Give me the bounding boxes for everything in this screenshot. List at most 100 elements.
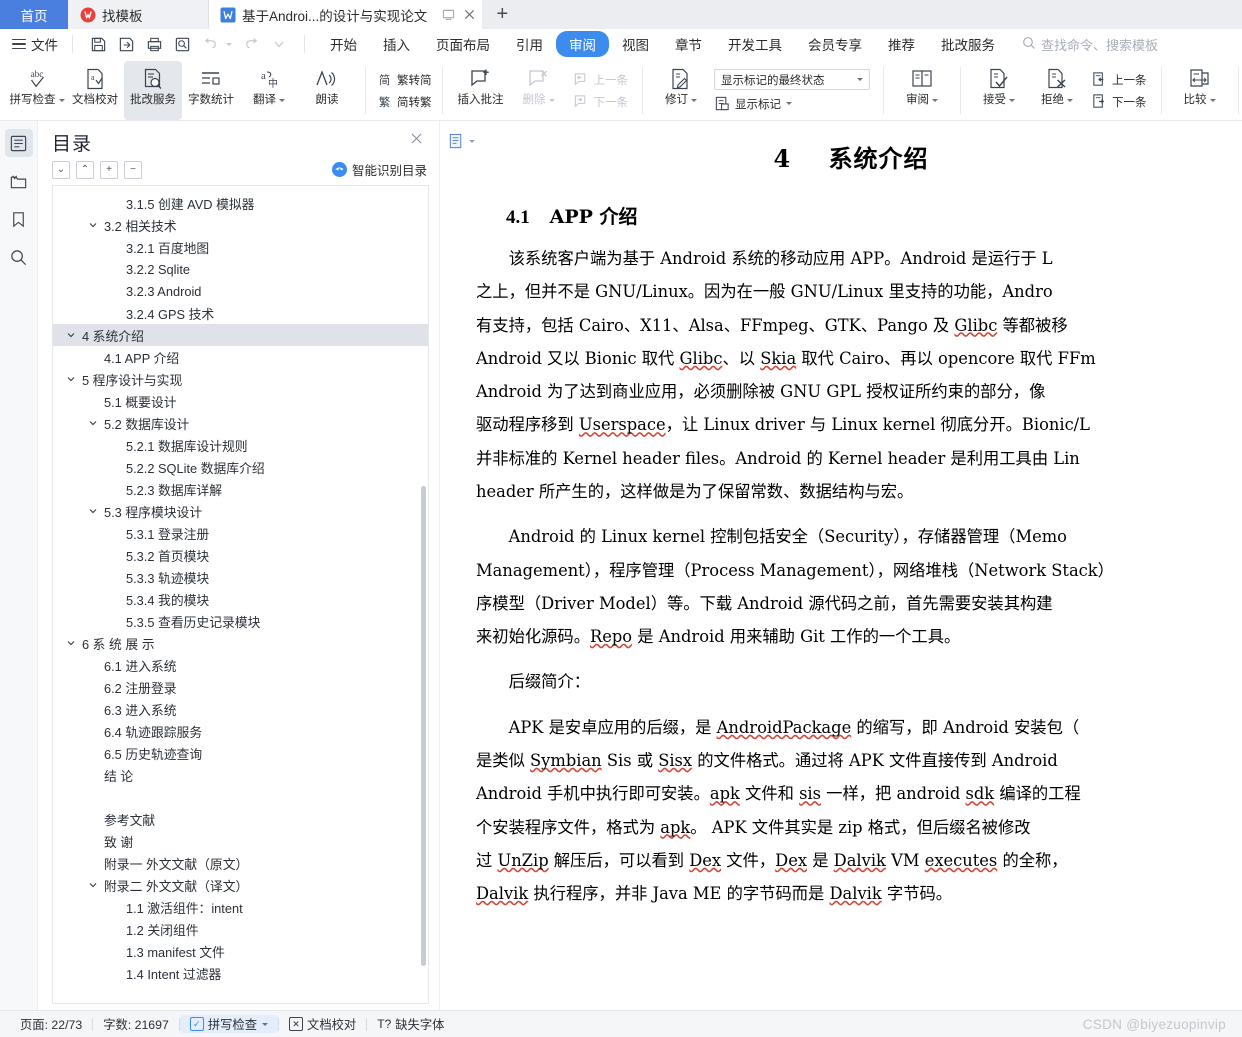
- ribbon-tab-member[interactable]: 会员专享: [795, 31, 875, 57]
- spellcheck-toggle[interactable]: ✓ 拼写检查: [180, 1015, 278, 1033]
- outline-item[interactable]: 4.1 APP 介绍: [53, 346, 428, 368]
- tab-home[interactable]: 首页: [0, 0, 68, 29]
- outline-item[interactable]: 6.4 轨迹跟踪服务: [53, 720, 428, 742]
- chevron-down-icon[interactable]: [63, 330, 79, 340]
- outline-item[interactable]: 6.2 注册登录: [53, 676, 428, 698]
- outline-item[interactable]: 5.2 数据库设计: [53, 412, 428, 434]
- outline-item[interactable]: 1.1 激活组件：intent: [53, 896, 428, 918]
- outline-item[interactable]: 6.3 进入系统: [53, 698, 428, 720]
- save-icon[interactable]: [85, 32, 111, 56]
- outline-item[interactable]: 3.2.3 Android: [53, 280, 428, 302]
- ribbon-tab-references[interactable]: 引用: [503, 31, 556, 57]
- collapse-all-button[interactable]: −: [124, 161, 142, 179]
- delete-comment-button[interactable]: 删除: [510, 61, 568, 120]
- print-icon[interactable]: [141, 32, 167, 56]
- page-indicator[interactable]: 页面: 22/73: [10, 1015, 92, 1033]
- ribbon-tab-developer[interactable]: 开发工具: [715, 31, 795, 57]
- file-menu-button[interactable]: 文件: [10, 34, 66, 54]
- outline-item[interactable]: 5.2.1 数据库设计规则: [53, 434, 428, 456]
- undo-icon[interactable]: [197, 32, 223, 56]
- ribbon-tab-correction-service[interactable]: 批改服务: [928, 31, 1008, 57]
- correction-service-button[interactable]: 批改服务: [124, 61, 182, 120]
- outline-item[interactable]: 附录二 外文文献（译文）: [53, 874, 428, 896]
- outline-item-list[interactable]: 3.1.5 创建 AVD 模拟器3.2 相关技术3.2.1 百度地图3.2.2 …: [52, 185, 429, 1004]
- outline-item[interactable]: 附录一 外文文献（原文）: [53, 852, 428, 874]
- reject-change-button[interactable]: 拒绝: [1028, 61, 1086, 120]
- outline-item[interactable]: [53, 786, 428, 808]
- simp-to-trad-button[interactable]: 繁 简转繁: [373, 92, 435, 111]
- next-change-button[interactable]: 下一条: [1088, 92, 1150, 111]
- close-icon[interactable]: [462, 8, 476, 22]
- next-comment-button[interactable]: 下一条: [570, 92, 632, 111]
- outline-item[interactable]: 6 系 统 展 示: [53, 632, 428, 654]
- insert-comment-button[interactable]: 插入批注: [452, 61, 510, 120]
- outline-item[interactable]: 5.3.5 查看历史记录模块: [53, 610, 428, 632]
- paste-options-icon[interactable]: [448, 133, 475, 150]
- review-pane-button[interactable]: 审阅: [893, 61, 951, 120]
- ribbon-tab-start[interactable]: 开始: [317, 31, 370, 57]
- expand-all-button[interactable]: +: [100, 161, 118, 179]
- print-preview-icon[interactable]: [169, 32, 195, 56]
- outline-item[interactable]: 5.3.2 首页模块: [53, 544, 428, 566]
- ribbon-tab-recommend[interactable]: 推荐: [875, 31, 928, 57]
- markup-display-select[interactable]: 显示标记的最终状态: [714, 69, 870, 90]
- chevron-down-icon[interactable]: [85, 418, 101, 428]
- outline-item[interactable]: 3.2.2 Sqlite: [53, 258, 428, 280]
- ribbon-tab-review[interactable]: 审阅: [556, 31, 609, 57]
- accept-change-button[interactable]: 接受: [970, 61, 1028, 120]
- tab-document[interactable]: 基于Androi...的设计与实现论文: [208, 0, 482, 29]
- missing-font-indicator[interactable]: T? 缺失字体: [367, 1015, 454, 1033]
- spell-check-button[interactable]: abc 拼写检查: [8, 61, 66, 120]
- search-panel-icon[interactable]: [5, 243, 33, 271]
- smart-recognize-toc-button[interactable]: 智能识别目录: [332, 160, 427, 179]
- trad-to-simp-button[interactable]: 简 繁转简: [373, 70, 435, 89]
- chevron-down-icon[interactable]: [63, 374, 79, 384]
- ribbon-tab-view[interactable]: 视图: [609, 31, 662, 57]
- outline-item[interactable]: 1.2 关闭组件: [53, 918, 428, 940]
- outline-item[interactable]: 3.1.5 创建 AVD 模拟器: [53, 192, 428, 214]
- outline-scrollbar-thumb[interactable]: [421, 486, 426, 966]
- outline-item[interactable]: 3.2 相关技术: [53, 214, 428, 236]
- outline-item[interactable]: 结 论: [53, 764, 428, 786]
- read-aloud-button[interactable]: 朗读: [298, 61, 356, 120]
- translate-button[interactable]: a中 翻译: [240, 61, 298, 120]
- outline-item[interactable]: 6.5 历史轨迹查询: [53, 742, 428, 764]
- collapse-up-button[interactable]: ⌃: [76, 161, 94, 179]
- tab-restore-icon[interactable]: [441, 8, 455, 22]
- outline-item[interactable]: 1.4 Intent 过滤器: [53, 962, 428, 984]
- word-count-indicator[interactable]: 字数: 21697: [93, 1015, 179, 1033]
- redo-icon[interactable]: [238, 32, 264, 56]
- customize-qat-icon[interactable]: [266, 32, 292, 56]
- outline-item[interactable]: 5.3.4 我的模块: [53, 588, 428, 610]
- ribbon-tab-sections[interactable]: 章节: [662, 31, 715, 57]
- word-count-button[interactable]: 字数统计: [182, 61, 240, 120]
- chevron-down-icon[interactable]: [85, 506, 101, 516]
- ribbon-tab-insert[interactable]: 插入: [370, 31, 423, 57]
- show-markup-button[interactable]: 显示标记: [714, 95, 870, 112]
- undo-dropdown-icon[interactable]: [226, 43, 232, 46]
- proofread-toggle[interactable]: ✕ 文档校对: [279, 1015, 366, 1033]
- track-changes-button[interactable]: 修订: [652, 61, 710, 120]
- outline-item[interactable]: 5.2.2 SQLite 数据库介绍: [53, 456, 428, 478]
- outline-item[interactable]: 致 谢: [53, 830, 428, 852]
- document-proofread-button[interactable]: a 文档校对: [66, 61, 124, 120]
- ribbon-tab-page-layout[interactable]: 页面布局: [423, 31, 503, 57]
- save-as-icon[interactable]: [113, 32, 139, 56]
- document-canvas[interactable]: 4 系统介绍 4.1 APP 介绍 该系统客户端为基于 Android 系统的移…: [440, 121, 1242, 1010]
- chevron-down-icon[interactable]: [85, 880, 101, 890]
- outline-item[interactable]: 参考文献: [53, 808, 428, 830]
- outline-item[interactable]: 5 程序设计与实现: [53, 368, 428, 390]
- bookmark-panel-icon[interactable]: [5, 205, 33, 233]
- outline-item[interactable]: 4 系统介绍: [53, 324, 428, 346]
- chevron-down-icon[interactable]: [85, 220, 101, 230]
- outline-item[interactable]: 3.2.1 百度地图: [53, 236, 428, 258]
- previous-comment-button[interactable]: 上一条: [570, 70, 632, 89]
- outline-item[interactable]: 5.2.3 数据库详解: [53, 478, 428, 500]
- command-search-box[interactable]: 查找命令、搜索模板: [1022, 35, 1158, 54]
- outline-item[interactable]: 6.1 进入系统: [53, 654, 428, 676]
- outline-item[interactable]: 5.3.3 轨迹模块: [53, 566, 428, 588]
- outline-panel-icon[interactable]: [5, 129, 33, 157]
- new-tab-button[interactable]: +: [482, 0, 522, 29]
- close-icon[interactable]: [406, 129, 427, 151]
- outline-item[interactable]: 1.3 manifest 文件: [53, 940, 428, 962]
